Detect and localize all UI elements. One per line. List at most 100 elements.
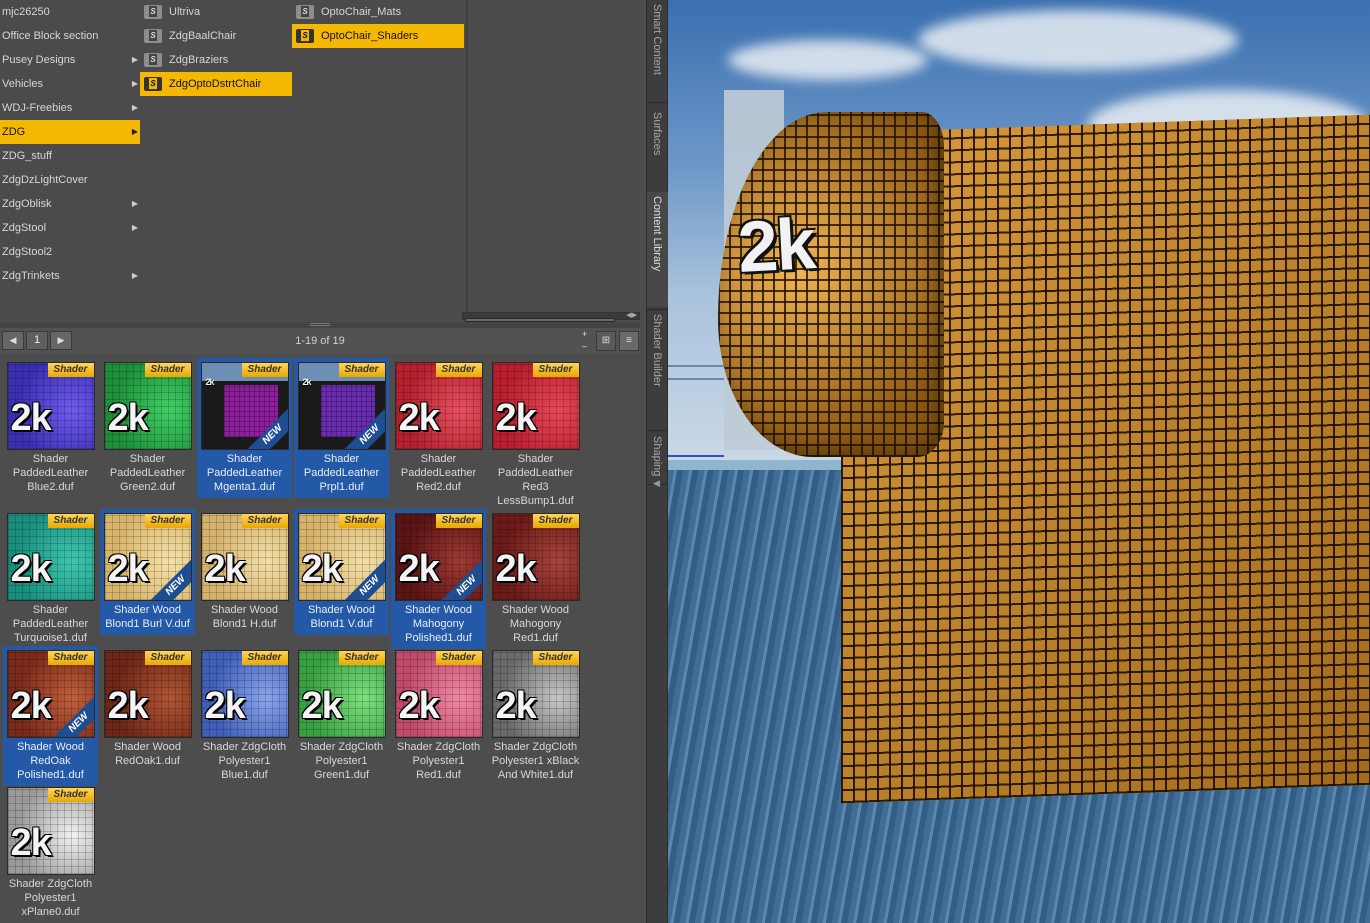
asset-thumbnail: Shader 2k NEW — [200, 362, 289, 450]
tab-label: Smart Content — [651, 4, 663, 75]
zoom-out-icon[interactable]: – — [582, 342, 587, 351]
asset-name: Shader Wood RedOak1.duf — [113, 741, 182, 767]
folder-item[interactable]: ZdgTrinkets ▶ — [0, 264, 140, 288]
horizontal-scrollbar[interactable]: ◀▶ — [462, 312, 640, 322]
chevron-right-icon: ▶ — [131, 79, 138, 88]
content-library-panel: mjc26250 Office Block section Pusey Design… — [0, 0, 646, 923]
asset-tile[interactable]: Shader 2k Shader PaddedLeather Green2.duf — [100, 358, 195, 498]
asset-name: Shader Wood Mahogony Red1.duf — [501, 604, 570, 644]
list-view-button[interactable]: ≡ — [619, 331, 639, 351]
tab-surfaces[interactable]: Surfaces — [647, 108, 669, 198]
shader-badge: Shader — [338, 651, 385, 665]
asset-name: Shader ZdgCloth Polyester1 Red1.duf — [396, 741, 481, 781]
asset-tile[interactable]: Shader 2k Shader PaddedLeather Turquoise1.… — [3, 509, 98, 649]
folder-item[interactable]: ZdgOblisk ▶ — [0, 192, 140, 216]
shader-folder-icon — [296, 5, 314, 19]
asset-tile[interactable]: Shader 2k Shader PaddedLeather Blue2.duf — [3, 358, 98, 498]
folder-item-label: ZdgBaalChair — [169, 30, 237, 42]
asset-tile[interactable]: Shader 2k NEW Shader Wood Mahogony Polished… — [391, 509, 486, 649]
shader-badge: Shader — [241, 514, 288, 528]
asset-tile[interactable]: Shader 2k Shader Wood Mahogony Red1.duf — [488, 509, 583, 649]
app-window: mjc26250 Office Block section Pusey Design… — [0, 0, 1370, 923]
folder-item[interactable]: ZdgStool ▶ — [0, 216, 140, 240]
folder-item[interactable]: ZdgDzLightCover — [0, 168, 140, 192]
column-divider[interactable] — [466, 0, 468, 312]
asset-tile[interactable]: Shader 2k Shader PaddedLeather Red3 LessBu… — [488, 358, 583, 512]
splitter-grip-icon[interactable] — [310, 323, 330, 326]
folder-item-label: ZdgTrinkets — [2, 270, 60, 282]
3d-viewport[interactable]: 2k — [668, 0, 1370, 923]
sky-cloud — [728, 40, 928, 80]
asset-tile[interactable]: Shader 2k NEW Shader Wood Blond1 Burl V.duf — [100, 509, 195, 635]
chevron-right-icon: ▶ — [131, 223, 138, 232]
asset-name: Shader ZdgCloth Polyester1 xBlack And Wh… — [491, 741, 580, 781]
texture-2k-mark: 2k — [204, 685, 246, 727]
folder-item[interactable]: Vehicles ▶ — [0, 72, 140, 96]
side-tab-bar: Smart Content Surfaces Content Library Shad… — [646, 0, 669, 923]
folder-item[interactable]: ZDG_stuff — [0, 144, 140, 168]
asset-tile[interactable]: Shader 2k NEW Shader PaddedLeather Mgenta1.… — [197, 358, 292, 498]
asset-tile[interactable]: Shader 2k NEW Shader Wood RedOak Polished1.… — [3, 646, 98, 786]
asset-name: Shader PaddedLeather Turquoise1.duf — [12, 604, 89, 644]
texture-2k-mark: 2k — [398, 685, 440, 727]
texture-2k-mark: 2k — [495, 397, 537, 439]
tab-label: Shader Builder — [651, 314, 663, 387]
asset-name: Shader Wood Blond1 V.duf — [307, 604, 376, 630]
texture-2k-mark: 2k — [204, 548, 246, 590]
shader-folder-item[interactable]: OptoChair_Mats — [292, 0, 464, 24]
result-count: 1-19 of 19 — [295, 335, 345, 347]
folder-item[interactable]: ZDG ▶ — [0, 120, 140, 144]
asset-name: Shader Wood Blond1 Burl V.duf — [105, 604, 190, 630]
scroll-arrows-icon[interactable]: ◀▶ — [626, 312, 637, 319]
asset-tile[interactable]: Shader 2k Shader ZdgCloth Polyester1 Red1.… — [391, 646, 486, 786]
collapse-arrow-icon[interactable]: ◀ — [653, 478, 660, 489]
shader-folder-item[interactable]: Ultriva — [140, 0, 292, 24]
shader-folder-item[interactable]: OptoChair_Shaders — [292, 24, 464, 48]
tab-separator — [647, 102, 669, 103]
asset-thumbnail: Shader 2k NEW — [297, 362, 386, 450]
shader-badge: Shader — [532, 651, 579, 665]
asset-thumbnail: Shader 2k — [6, 362, 95, 450]
asset-tile[interactable]: Shader 2k Shader ZdgCloth Polyester1 Green… — [294, 646, 389, 786]
folder-item[interactable]: ZdgStool2 — [0, 240, 140, 264]
asset-name: Shader ZdgCloth Polyester1 Blue1.duf — [202, 741, 287, 781]
folder-item-label: mjc26250 — [2, 6, 50, 18]
asset-thumbnail: Shader 2k — [103, 650, 192, 738]
shader-folder-icon — [144, 29, 162, 43]
asset-thumbnail: Shader 2k — [394, 650, 483, 738]
folder-item[interactable]: Office Block section — [0, 24, 140, 48]
folder-item[interactable]: Pusey Designs ▶ — [0, 48, 140, 72]
asset-name: Shader PaddedLeather Blue2.duf — [12, 453, 89, 493]
asset-tile[interactable]: Shader 2k Shader ZdgCloth Polyester1 xBlac… — [488, 646, 583, 786]
asset-name: Shader Wood Mahogony Polished1.duf — [404, 604, 473, 644]
tab-smart-content[interactable]: Smart Content — [647, 0, 669, 100]
asset-name: Shader ZdgCloth Polyester1 Green1.duf — [299, 741, 384, 781]
shader-folder-item[interactable]: ZdgBaalChair — [140, 24, 292, 48]
shader-folder-icon — [296, 29, 314, 43]
folder-item[interactable]: mjc26250 — [0, 0, 140, 24]
icon-view-button[interactable]: ⊞ — [596, 331, 616, 351]
zoom-in-icon[interactable]: + — [582, 330, 587, 339]
asset-tile[interactable]: Shader 2k NEW Shader Wood Blond1 V.duf — [294, 509, 389, 635]
asset-tile[interactable]: Shader 2k Shader ZdgCloth Polyester1 Blue1… — [197, 646, 292, 786]
folder-column-1: mjc26250 Office Block section Pusey Design… — [0, 0, 140, 288]
asset-tile[interactable]: Shader 2k Shader ZdgCloth Polyester1 xPlan… — [3, 783, 98, 923]
folder-column-3: OptoChair_Mats OptoChair_Shaders — [292, 0, 464, 48]
tab-separator — [647, 430, 669, 431]
tab-shader-builder[interactable]: Shader Builder — [647, 310, 669, 428]
asset-grid: Shader 2k Shader PaddedLeather Blue2.duf Sh… — [0, 358, 640, 923]
shader-folder-item[interactable]: ZdgBraziers — [140, 48, 292, 72]
sky-cloud — [918, 10, 1238, 70]
texture-2k-mark: 2k — [495, 548, 537, 590]
folder-item[interactable]: WDJ-Freebies ▶ — [0, 96, 140, 120]
folder-item-label: WDJ-Freebies — [2, 102, 73, 114]
tab-shaping[interactable]: Shaping — [647, 432, 669, 482]
asset-tile[interactable]: Shader 2k Shader Wood Blond1 H.duf — [197, 509, 292, 635]
asset-tile[interactable]: Shader 2k Shader Wood RedOak1.duf — [100, 646, 195, 772]
asset-name: Shader PaddedLeather Red2.duf — [400, 453, 477, 493]
shader-badge: Shader — [532, 514, 579, 528]
asset-tile[interactable]: Shader 2k Shader PaddedLeather Red2.duf — [391, 358, 486, 498]
asset-tile[interactable]: Shader 2k NEW Shader PaddedLeather Prpl1.du… — [294, 358, 389, 498]
shader-folder-item[interactable]: ZdgOptoDstrtChair — [140, 72, 292, 96]
tab-content-library[interactable]: Content Library — [647, 192, 669, 307]
